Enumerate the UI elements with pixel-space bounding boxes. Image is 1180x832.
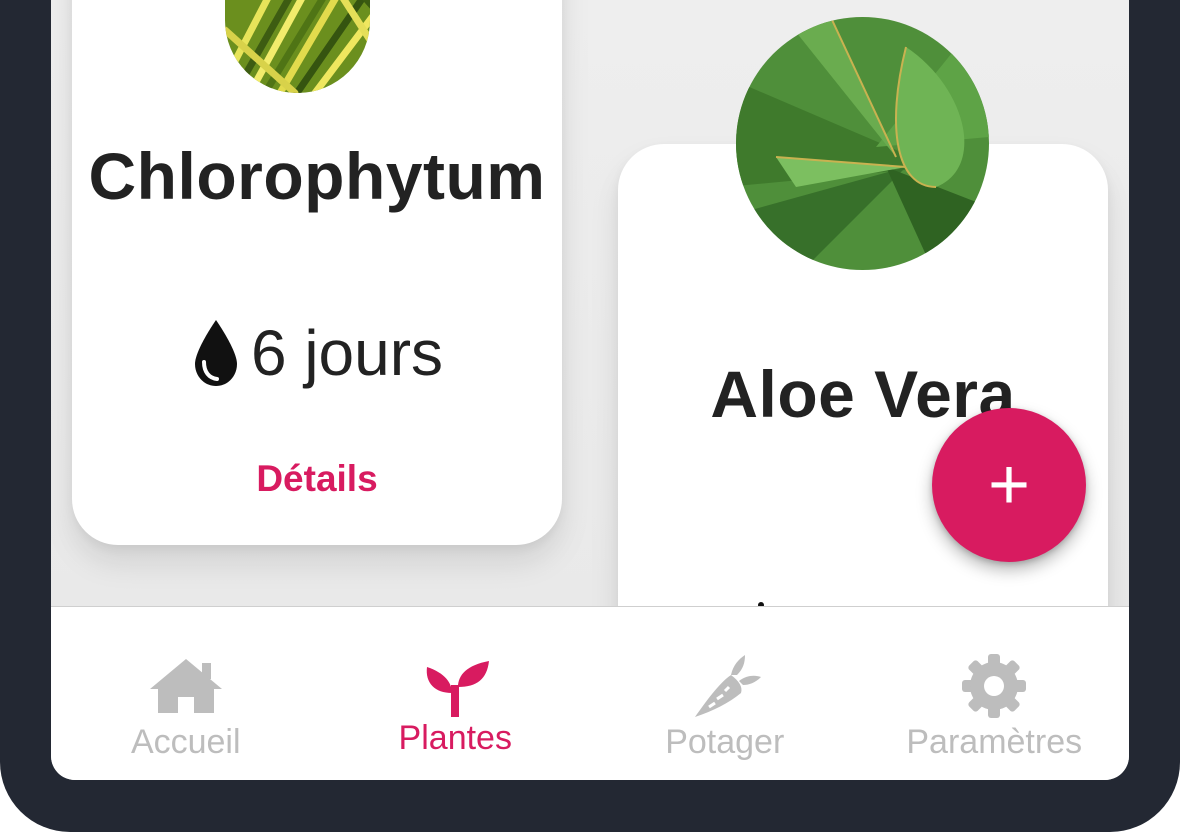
nav-item-home[interactable]: Accueil	[51, 607, 321, 780]
carrot-icon	[694, 655, 761, 717]
nav-label: Plantes	[398, 719, 512, 757]
nav-item-settings[interactable]: Paramètres	[860, 607, 1130, 780]
details-link[interactable]: Détails	[72, 458, 562, 500]
app-screen: Chlorophytum 6 jours Détails Aloe Vera +…	[51, 0, 1129, 780]
watering-interval: 6 jours	[250, 317, 444, 389]
water-drop-icon	[194, 320, 237, 386]
home-icon	[149, 659, 222, 713]
nav-item-garden[interactable]: Potager	[590, 607, 860, 780]
nav-label: Accueil	[130, 723, 241, 761]
watering-info: 6 jours	[72, 316, 562, 390]
nav-label: Potager	[665, 723, 785, 761]
bottom-navigation: Accueil Plantes Potager Paramètres	[51, 606, 1129, 780]
plant-list: Chlorophytum 6 jours Détails Aloe Vera +	[51, 0, 1129, 606]
aloe-vera-image	[736, 17, 989, 270]
plant-name: Chlorophytum	[88, 139, 546, 213]
gear-icon	[962, 654, 1027, 718]
nav-label: Paramètres	[906, 723, 1083, 761]
device-frame: Chlorophytum 6 jours Détails Aloe Vera +…	[0, 0, 1180, 832]
nav-item-plants[interactable]: Plantes	[321, 607, 591, 780]
add-plant-button[interactable]: +	[932, 408, 1086, 562]
sprout-icon	[426, 661, 490, 717]
